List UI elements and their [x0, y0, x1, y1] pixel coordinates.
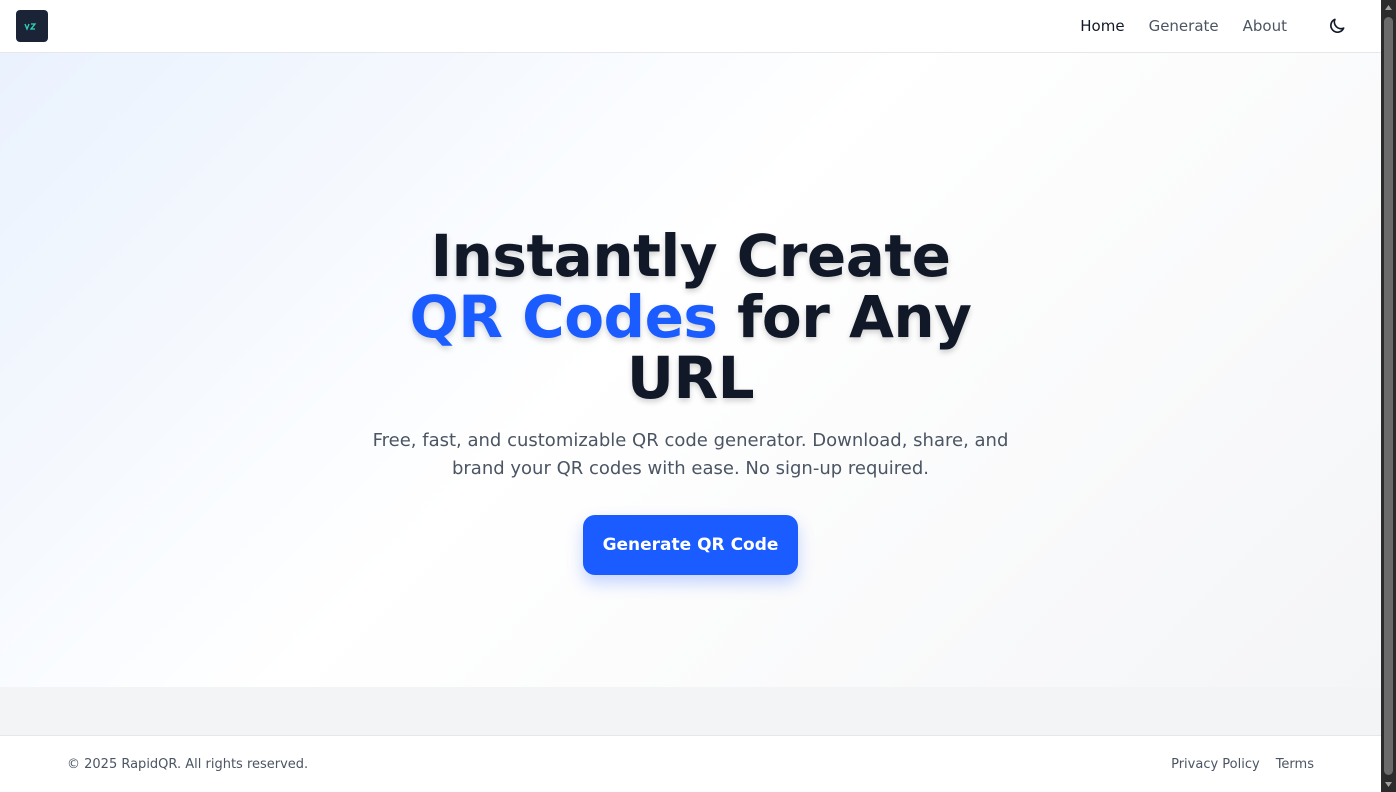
hero-subtitle: Free, fast, and customizable QR code gen… — [372, 430, 1009, 479]
terms-link[interactable]: Terms — [1276, 757, 1314, 772]
scrollbar-thumb[interactable] — [1384, 17, 1393, 775]
top-header: Home Generate About — [0, 0, 1381, 53]
hero-title: Instantly Create QR Codes for Any URL — [381, 226, 1001, 409]
logo[interactable] — [16, 10, 48, 42]
hero-section: Instantly Create QR Codes for Any URL Fr… — [0, 53, 1381, 687]
scroll-down-arrow-icon[interactable] — [1381, 777, 1396, 792]
copyright-text: © 2025 RapidQR. All rights reserved. — [67, 756, 309, 772]
scroll-up-arrow-icon[interactable] — [1381, 0, 1396, 15]
vertical-scrollbar[interactable] — [1381, 0, 1396, 792]
main-nav: Home Generate About — [1080, 0, 1365, 52]
hero-title-accent: QR Codes — [409, 283, 718, 351]
nav-home-link[interactable]: Home — [1080, 17, 1124, 35]
generate-qr-code-button[interactable]: Generate QR Code — [583, 515, 798, 575]
hero-title-part1: Instantly Create — [430, 222, 951, 290]
page: Home Generate About Instantly Create QR … — [0, 0, 1381, 792]
privacy-policy-link[interactable]: Privacy Policy — [1171, 757, 1260, 772]
footer: © 2025 RapidQR. All rights reserved. Pri… — [0, 735, 1381, 792]
nav-generate-link[interactable]: Generate — [1149, 17, 1219, 35]
section-divider — [0, 687, 1381, 735]
footer-links: Privacy Policy Terms — [1155, 757, 1314, 772]
nav-about-link[interactable]: About — [1243, 17, 1287, 35]
vz-logo-icon — [24, 23, 37, 31]
theme-toggle-button[interactable] — [1325, 14, 1349, 38]
moon-icon — [1330, 18, 1345, 33]
